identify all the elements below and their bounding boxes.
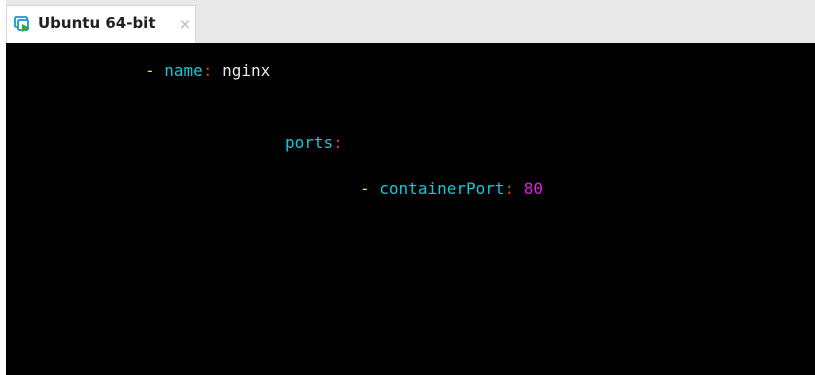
yaml-colon: : (202, 61, 213, 80)
yaml-dash: - (145, 61, 155, 80)
yaml-colon: : (333, 133, 343, 152)
yaml-colon: : (504, 179, 515, 198)
yaml-key-container-port: containerPort (379, 179, 505, 198)
vm-play-icon (14, 16, 32, 34)
yaml-line-container-port: - containerPort: 80 (360, 179, 543, 199)
yaml-line-ports: ports: (285, 133, 343, 153)
yaml-key-name: name (164, 61, 203, 80)
tab-bar: Ubuntu 64-bit × (6, 0, 815, 43)
yaml-value-nginx: nginx (222, 61, 271, 80)
yaml-value-80: 80 (523, 179, 544, 198)
tab-ubuntu-64-bit[interactable]: Ubuntu 64-bit × (6, 5, 196, 43)
close-icon[interactable]: × (177, 16, 193, 32)
vm-window: Ubuntu 64-bit × - name: nginx ports: - c… (0, 0, 815, 375)
yaml-dash: - (360, 179, 370, 198)
tab-title: Ubuntu 64-bit (38, 14, 156, 32)
yaml-key-ports: ports (285, 133, 334, 152)
yaml-line-name: - name: nginx (145, 61, 270, 81)
terminal-console[interactable]: - name: nginx ports: - containerPort: 80 (6, 43, 815, 375)
